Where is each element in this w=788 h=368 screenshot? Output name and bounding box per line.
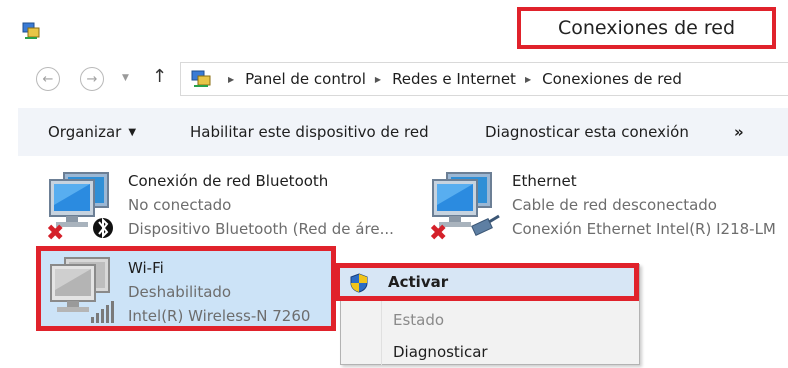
breadcrumb-item-network-connections[interactable]: Conexiones de red (542, 70, 682, 88)
svg-text:✖: ✖ (429, 221, 447, 242)
title-bar: Conexiones de red (0, 0, 788, 54)
connection-device: Intel(R) Wireless-N 7260 (128, 307, 311, 325)
back-arrow-icon: ← (42, 71, 54, 87)
bluetooth-network-icon: ✖ (46, 172, 113, 242)
chevron-right-icon[interactable]: ▶ (228, 75, 234, 84)
menu-item-diagnose[interactable]: Diagnosticar (341, 335, 639, 368)
window-title-highlight: Conexiones de red (517, 7, 776, 49)
wifi-network-icon (50, 257, 114, 323)
window-title: Conexiones de red (557, 17, 736, 39)
enable-device-label: Habilitar este dispositivo de red (190, 123, 429, 141)
chevron-right-icon[interactable]: ▶ (525, 75, 531, 84)
menu-item-status-label: Estado (393, 310, 445, 329)
menu-item-activate[interactable]: Activar (335, 263, 639, 301)
connection-status: Deshabilitado (128, 283, 232, 301)
connection-item-ethernet[interactable]: ✖ Ethernet Cable de red desconectado Con… (425, 168, 788, 244)
address-row: ← → ▼ ↑ ▶ Panel de control ▶ Redes e Int… (0, 54, 788, 104)
chevron-down-icon[interactable]: ▼ (122, 73, 129, 83)
up-arrow-icon[interactable]: ↑ (152, 66, 167, 87)
enable-device-button[interactable]: Habilitar este dispositivo de red (190, 108, 429, 156)
network-connections-window: Conexiones de red ← → ▼ ↑ ▶ Panel de con… (0, 0, 788, 365)
network-connections-icon (191, 70, 211, 87)
context-menu: Activar Estado Diagnosticar (335, 263, 640, 368)
connection-name: Ethernet (512, 172, 577, 190)
breadcrumb-item-network-internet[interactable]: Redes e Internet (392, 70, 516, 88)
connection-item-wifi[interactable]: Wi-Fi Deshabilitado Intel(R) Wireless-N … (36, 246, 336, 331)
menu-item-status[interactable]: Estado (341, 303, 639, 336)
more-commands-button[interactable]: » (734, 108, 744, 156)
network-connections-icon (22, 22, 40, 39)
forward-button[interactable]: → (80, 67, 104, 91)
ethernet-network-icon: ✖ (429, 172, 500, 242)
organize-label: Organizar (48, 123, 122, 141)
connection-status: No conectado (128, 196, 232, 214)
breadcrumb-item-control-panel[interactable]: Panel de control (245, 70, 366, 88)
organize-button[interactable]: Organizar ▼ (48, 108, 136, 156)
chevron-down-icon: ▼ (128, 126, 137, 138)
breadcrumb: ▶ Panel de control ▶ Redes e Internet ▶ … (219, 63, 682, 95)
connection-status: Cable de red desconectado (512, 196, 717, 214)
svg-text:✖: ✖ (46, 221, 64, 242)
address-bar[interactable]: ▶ Panel de control ▶ Redes e Internet ▶ … (180, 62, 788, 96)
chevron-right-icon[interactable]: ▶ (375, 75, 381, 84)
connection-device: Conexión Ethernet Intel(R) I218-LM (512, 220, 776, 238)
diagnose-connection-button[interactable]: Diagnosticar esta conexión (485, 108, 689, 156)
connection-name: Wi-Fi (128, 259, 164, 277)
command-bar: Organizar ▼ Habilitar este dispositivo d… (18, 108, 788, 156)
uac-shield-icon (350, 273, 368, 293)
more-commands-label: » (734, 123, 744, 141)
connection-name: Conexión de red Bluetooth (128, 172, 329, 190)
menu-item-diagnose-label: Diagnosticar (393, 342, 488, 361)
diagnose-connection-label: Diagnosticar esta conexión (485, 123, 689, 141)
back-button[interactable]: ← (36, 67, 60, 91)
forward-arrow-icon: → (86, 71, 98, 87)
connection-item-bluetooth[interactable]: ✖ Conexión de red Bluetooth No conectado… (40, 168, 410, 244)
connection-device: Dispositivo Bluetooth (Red de áre... (128, 220, 394, 238)
menu-item-activate-label: Activar (388, 273, 449, 291)
